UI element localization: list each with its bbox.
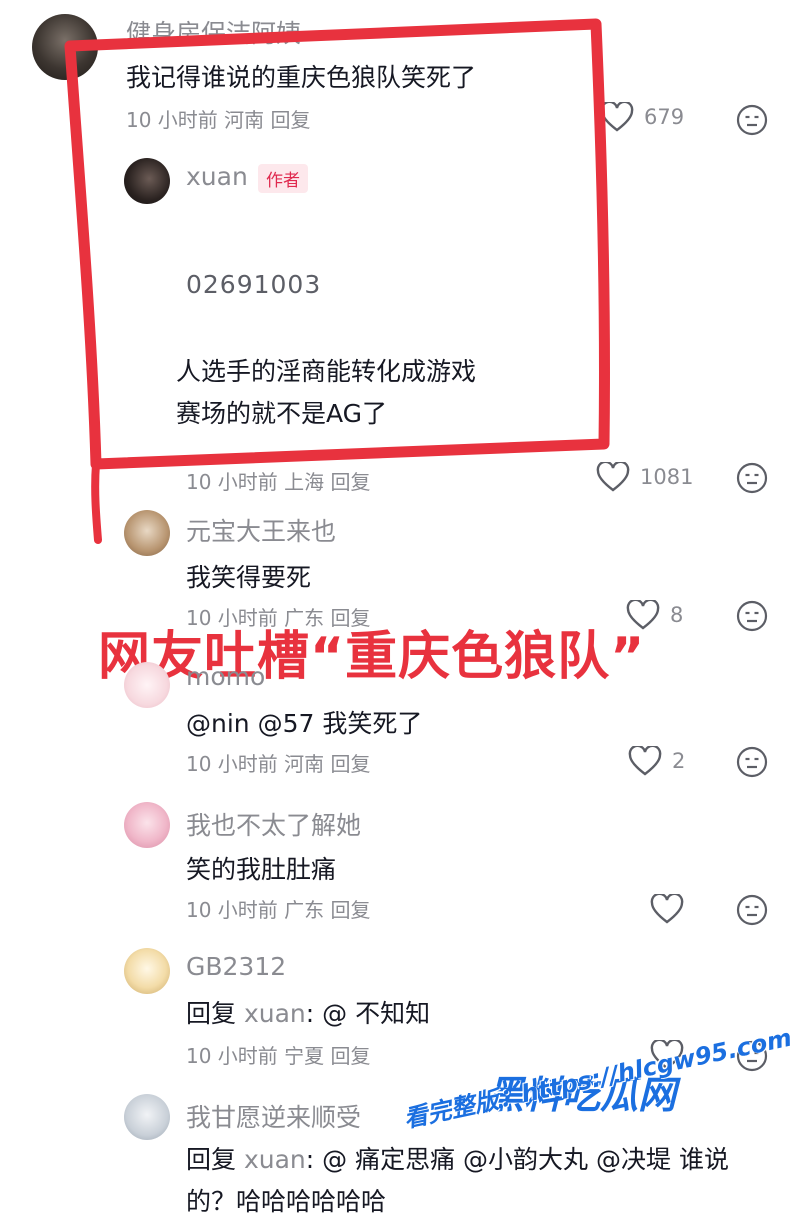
avatar[interactable] (32, 14, 98, 80)
comment-text: @nin @57 我笑死了 (186, 709, 423, 738)
like-count: 2 (672, 749, 686, 773)
reply-to-user[interactable]: xuan (244, 999, 306, 1028)
heart-outline-icon (596, 462, 630, 492)
comment-user-name[interactable]: xuan (186, 162, 248, 191)
heart-outline-icon (650, 894, 684, 924)
comment-user-name[interactable]: 我也不太了解她 (186, 806, 361, 842)
avatar[interactable] (124, 1094, 170, 1140)
like-button[interactable]: 2 (628, 746, 685, 776)
heart-outline-icon (600, 102, 634, 132)
heart-outline-icon (628, 746, 662, 776)
comment-user-name[interactable]: 健身房保洁阿姨 (126, 14, 301, 50)
avatar[interactable] (124, 948, 170, 994)
headline-banner: 网友吐槽“重庆色狼队” (98, 627, 646, 687)
avatar[interactable] (124, 802, 170, 848)
meh-face-icon[interactable] (736, 746, 768, 778)
comment-text: 回复 xuan: @ 痛定思痛 @小韵大丸 @决堤 谁说 (186, 1140, 729, 1176)
comment-text-line2: 的？哈哈哈哈哈哈 (186, 1187, 387, 1216)
meh-face-icon[interactable] (736, 894, 768, 926)
comment-user-name[interactable]: momo (186, 662, 265, 691)
like-button[interactable] (650, 894, 684, 924)
comment-text: 笑的我肚肚痛 (186, 855, 337, 884)
meh-face-icon[interactable] (736, 462, 768, 494)
like-count: 8 (670, 603, 684, 627)
reply-body: : @ 痛定思痛 @小韵大丸 @决堤 谁说 (305, 1145, 729, 1174)
meh-face-icon[interactable] (736, 600, 768, 632)
comment-meta: 10 小时前 河南 回复 (126, 108, 311, 132)
comment-meta: 10 小时前 河南 回复 (186, 752, 371, 776)
like-button[interactable]: 1081 (596, 462, 693, 492)
reply-body: : @ 不知知 (305, 999, 431, 1028)
comment-text: 我记得谁说的重庆色狼队笑死了 (126, 63, 477, 92)
avatar[interactable] (124, 662, 170, 708)
like-button[interactable]: 679 (600, 102, 684, 132)
comment-meta: 10 小时前 广东 回复 (186, 898, 371, 922)
reply-to-user[interactable]: xuan (244, 1145, 306, 1174)
meh-face-icon[interactable] (736, 104, 768, 136)
comment-text: 回复 xuan: @ 不知知 (186, 994, 430, 1030)
comment-user-name[interactable]: 我甘愿逆来顺受 (186, 1098, 361, 1134)
comment-code: 02691003 (186, 270, 322, 299)
like-count: 679 (644, 105, 685, 129)
avatar[interactable] (124, 158, 170, 204)
comment-meta: 10 小时前 宁夏 回复 (186, 1044, 371, 1068)
like-count: 1081 (640, 465, 694, 489)
comment-user-name[interactable]: 元宝大王来也 (186, 512, 336, 548)
comment-text-line1: 人选手的淫商能转化成游戏 (176, 357, 477, 386)
comment-text: 我笑得要死 (186, 563, 312, 592)
comment-text-line2: 赛场的就不是AG了 (176, 399, 388, 428)
comment-meta: 10 小时前 上海 回复 (186, 470, 371, 494)
author-badge: 作者 (258, 164, 308, 193)
reply-prefix: 回复 (186, 999, 237, 1028)
avatar[interactable] (124, 510, 170, 556)
comment-user-name[interactable]: GB2312 (186, 952, 286, 981)
reply-prefix: 回复 (186, 1145, 237, 1174)
